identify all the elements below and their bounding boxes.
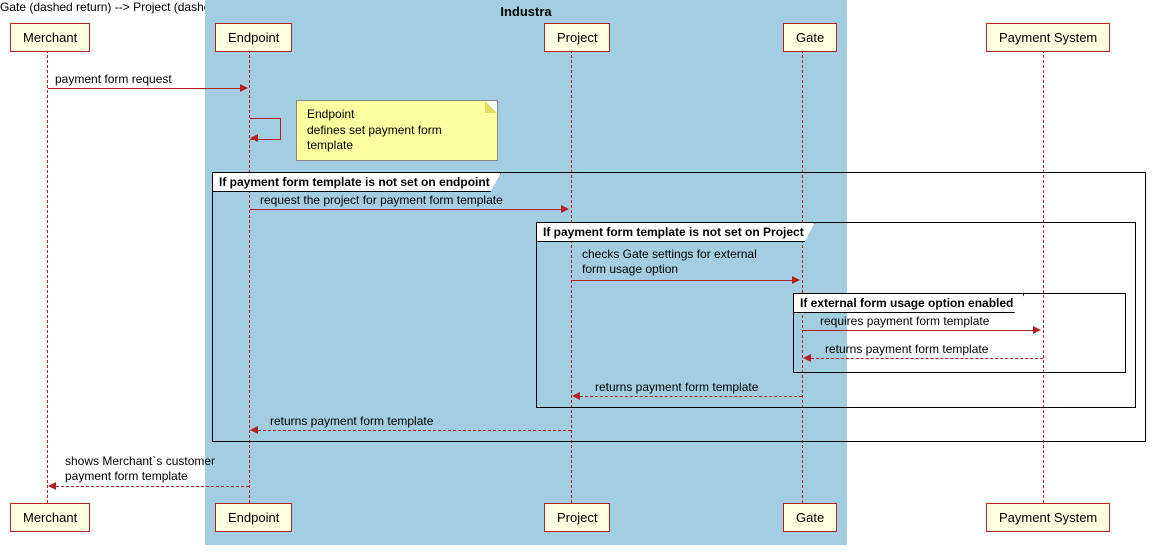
- participant-project-bottom: Project: [544, 503, 610, 532]
- msg-m1: payment form request: [55, 72, 172, 86]
- arrow-head-m6: [572, 392, 580, 400]
- lifeline-merchant: [47, 50, 48, 523]
- note-line-1: Endpoint: [307, 107, 487, 123]
- arrow-m1: [48, 88, 242, 89]
- msg-m3-l1: checks Gate settings for external: [582, 247, 757, 261]
- arrow-head-m1: [240, 84, 248, 92]
- industra-label: Industra: [206, 4, 846, 19]
- participant-project-top: Project: [544, 23, 610, 52]
- arrow-m4: [803, 330, 1035, 331]
- arrow-head-m7: [250, 426, 258, 434]
- note-line-3: template: [307, 138, 487, 154]
- msg-m8-l2: payment form template: [65, 469, 188, 483]
- arrow-head-m8: [48, 482, 56, 490]
- arrow-m2: [250, 209, 563, 210]
- arrow-m6: [580, 396, 802, 397]
- participant-merchant-top: Merchant: [10, 23, 90, 52]
- arrow-head-m3: [792, 276, 800, 284]
- participant-payment-system-bottom: Payment System: [986, 503, 1110, 532]
- arrow-m7: [258, 430, 571, 431]
- arrow-head-m5: [803, 354, 811, 362]
- arrow-m3: [572, 280, 794, 281]
- arrow-head-m4: [1033, 326, 1041, 334]
- arrow-head-self: [250, 134, 258, 142]
- participant-endpoint-bottom: Endpoint: [215, 503, 292, 532]
- msg-m8-l1: shows Merchant`s customer: [65, 454, 215, 468]
- msg-m3-l2: form usage option: [582, 262, 678, 276]
- msg-m5: returns payment form template: [825, 342, 988, 356]
- fragment-label-2: If payment form template is not set on P…: [537, 223, 815, 242]
- fragment-label-3: If external form usage option enabled: [794, 294, 1024, 313]
- participant-endpoint-top: Endpoint: [215, 23, 292, 52]
- msg-m6: returns payment form template: [595, 380, 758, 394]
- participant-gate-top: Gate: [783, 23, 837, 52]
- note-line-2: defines set payment form: [307, 123, 487, 139]
- sequence-diagram: Industra Merchant Endpoint Project Gate …: [0, 0, 1155, 553]
- msg-m4: requires payment form template: [820, 314, 989, 328]
- arrow-m8: [56, 486, 249, 487]
- msg-m2: request the project for payment form tem…: [260, 193, 503, 207]
- fragment-external-enabled: If external form usage option enabled: [793, 293, 1126, 373]
- msg-m7: returns payment form template: [270, 414, 433, 428]
- arrow-head-m2: [561, 205, 569, 213]
- note-endpoint: Endpoint defines set payment form templa…: [296, 100, 498, 161]
- fragment-label-1: If payment form template is not set on e…: [213, 173, 501, 192]
- participant-payment-system-top: Payment System: [986, 23, 1110, 52]
- participant-merchant-bottom: Merchant: [10, 503, 90, 532]
- participant-gate-bottom: Gate: [783, 503, 837, 532]
- arrow-m5: [811, 358, 1043, 359]
